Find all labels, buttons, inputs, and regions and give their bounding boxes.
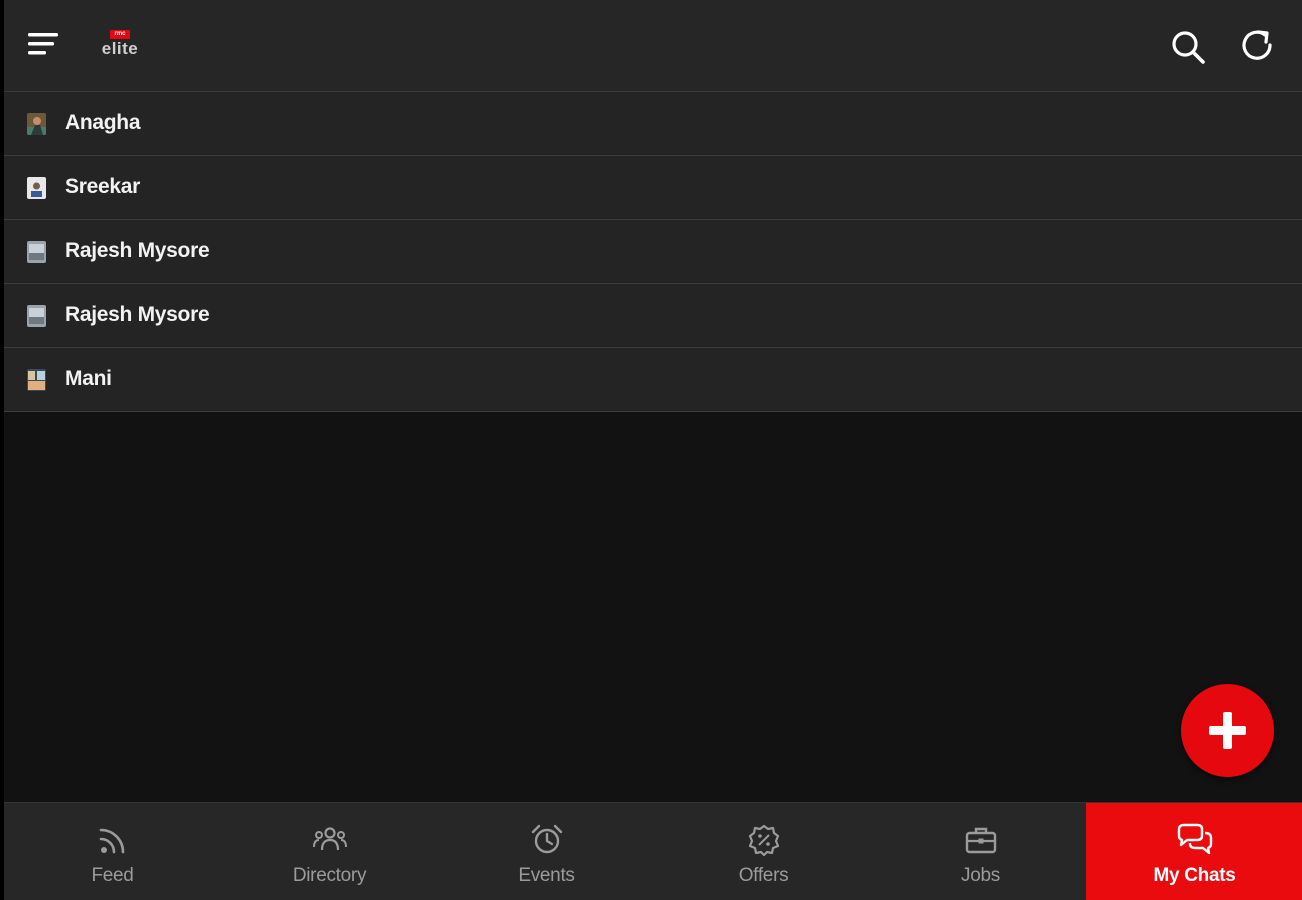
avatar [27,177,46,199]
chat-row-anagha[interactable]: Anagha [4,92,1302,156]
menu-button[interactable] [24,30,64,62]
avatar [27,241,46,263]
avatar [27,369,46,391]
refresh-icon [1242,30,1272,60]
app-logo: rmc elite [96,28,144,62]
chat-list: Anagha Sreekar Rajesh Mysore Rajesh Myso… [4,92,1302,412]
nav-item-my-chats[interactable]: My Chats [1086,803,1302,900]
nav-label: My Chats [1153,865,1236,886]
chat-name: Mani [65,367,112,390]
avatar [27,305,46,327]
people-icon [313,827,347,851]
nav-item-jobs[interactable]: Jobs [872,803,1089,900]
logo-text: elite [101,39,139,58]
nav-label: Events [518,865,575,886]
chat-bubbles-icon [1177,823,1213,855]
search-icon [1172,31,1205,64]
discount-badge-icon [748,824,780,857]
nav-label: Feed [91,865,134,886]
bottom-navigation: Feed Directory Events Offers Jobs My Cha… [4,802,1302,900]
briefcase-icon [965,827,997,854]
alarm-clock-icon [531,824,563,854]
chat-name: Rajesh Mysore [65,303,210,326]
plus-icon [1209,712,1246,749]
app-window: rmc elite Anagha Sreekar Rajesh Mysore R… [4,0,1302,900]
search-button[interactable] [1168,26,1208,66]
chat-row-sreekar[interactable]: Sreekar [4,156,1302,220]
chat-row-rajesh-mysore[interactable]: Rajesh Mysore [4,284,1302,348]
chat-name: Rajesh Mysore [65,239,210,262]
logo-badge: rmc [110,30,130,39]
chat-row-rajesh-mysore[interactable]: Rajesh Mysore [4,220,1302,284]
chat-row-mani[interactable]: Mani [4,348,1302,412]
refresh-button[interactable] [1238,26,1278,66]
nav-label: Directory [292,865,367,886]
avatar [27,113,46,135]
nav-item-feed[interactable]: Feed [4,803,221,900]
menu-icon [28,33,58,55]
chat-name: Anagha [65,111,141,134]
new-chat-button[interactable] [1181,684,1274,777]
chat-name: Sreekar [65,175,140,198]
nav-item-events[interactable]: Events [438,803,655,900]
nav-label: Jobs [961,865,1000,886]
nav-item-offers[interactable]: Offers [655,803,872,900]
rss-icon [99,828,125,854]
top-app-bar: rmc elite [4,0,1302,92]
nav-label: Offers [738,865,789,886]
nav-item-directory[interactable]: Directory [221,803,438,900]
